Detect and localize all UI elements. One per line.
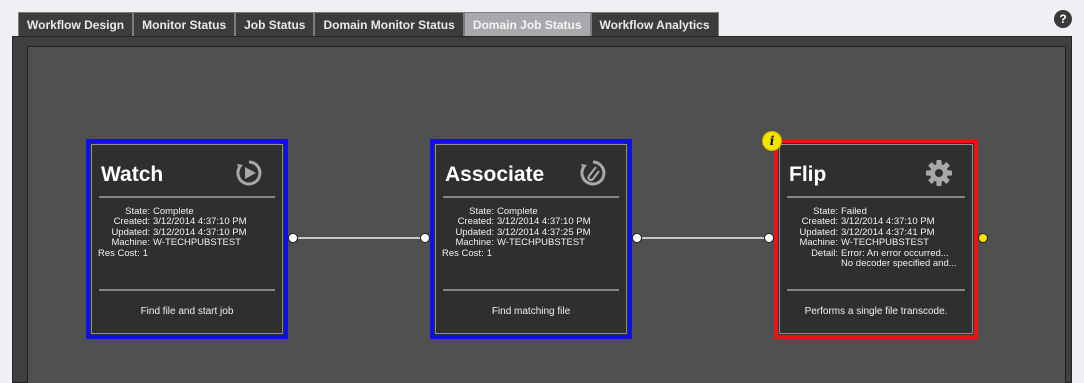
help-button[interactable]: ?	[1054, 10, 1072, 28]
detail-spacer	[786, 259, 841, 269]
node-frame: Watch State: Complete Created: 3/12/2014 4…	[91, 144, 283, 334]
tab-monitor-status[interactable]: Monitor Status	[133, 12, 236, 36]
connector-watch-associate	[298, 237, 420, 239]
node-divider	[99, 196, 275, 198]
tab-domain-job-status[interactable]: Domain Job Status	[463, 12, 591, 36]
associate-paperclip-icon	[580, 160, 606, 186]
node-description: Performs a single file transcode.	[804, 306, 948, 317]
connector-associate-flip	[642, 237, 764, 239]
tab-workflow-design[interactable]: Workflow Design	[18, 12, 134, 36]
node-frame: Flip State: Failed Created: 3/12/2014 4:37…	[779, 144, 973, 334]
node-title: Watch	[101, 163, 164, 186]
node-title: Associate	[445, 163, 545, 186]
detail-label: Detail:	[811, 247, 838, 259]
machine-value: W-TECHPUBSTEST	[153, 237, 241, 249]
associate-output-port[interactable]	[632, 233, 642, 243]
tab-job-status[interactable]: Job Status	[235, 12, 315, 36]
detail-value-line2: No decoder specified and...	[841, 258, 957, 270]
node-divider	[443, 289, 619, 291]
node-description: Find file and start job	[140, 306, 234, 317]
tab-bar: Workflow Design Monitor Status Job Statu…	[18, 12, 719, 36]
node-details: State: Complete Created: 3/12/2014 4:37:10…	[98, 206, 276, 259]
node-details: State: Complete Created: 3/12/2014 4:37:10…	[442, 206, 620, 259]
node-divider	[787, 196, 965, 198]
associate-input-port[interactable]	[420, 233, 430, 243]
res-cost-label: Res Cost:	[98, 247, 140, 259]
gear-icon	[926, 160, 952, 186]
node-description: Find matching file	[491, 306, 571, 317]
node-divider	[99, 289, 275, 291]
node-details: State: Failed Created: 3/12/2014 4:37:10 P…	[786, 206, 966, 270]
node-divider	[443, 196, 619, 198]
workflow-node-watch[interactable]: Watch State: Complete Created: 3/12/2014 4…	[86, 139, 288, 339]
info-badge-icon[interactable]: i	[762, 131, 782, 151]
res-cost-label: Res Cost:	[442, 247, 484, 259]
flip-input-port[interactable]	[764, 233, 774, 243]
flip-output-port[interactable]	[978, 233, 988, 243]
node-frame: Associate State: Complete Created: 3/12/20…	[435, 144, 627, 334]
res-cost-value: 1	[142, 247, 149, 259]
watch-output-port[interactable]	[288, 233, 298, 243]
machine-value: W-TECHPUBSTEST	[497, 237, 585, 249]
watch-play-icon	[236, 160, 262, 186]
workflow-node-associate[interactable]: Associate State: Complete Created: 3/12/20…	[430, 139, 632, 339]
node-divider	[787, 289, 965, 291]
workflow-node-flip[interactable]: Flip State: Failed Created: 3/12/2014 4:37…	[774, 139, 978, 339]
res-cost-value: 1	[486, 247, 493, 259]
tab-domain-monitor-status[interactable]: Domain Monitor Status	[314, 12, 464, 36]
node-title: Flip	[789, 163, 827, 186]
tab-workflow-analytics[interactable]: Workflow Analytics	[590, 12, 719, 36]
